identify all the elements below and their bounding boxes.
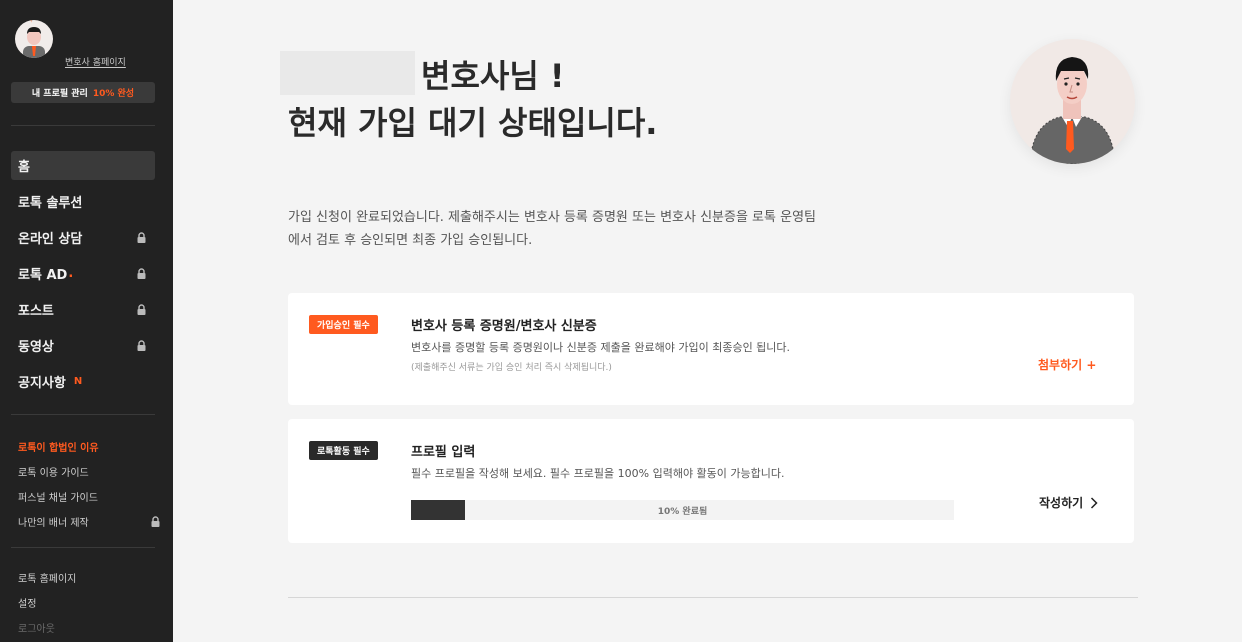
status-description: 가입 신청이 완료되었습니다. 제출해주시는 변호사 등록 증명원 또는 변호사… [288,210,816,248]
page-title-line1: 변호사님 ! [421,57,565,95]
nav-item-label: 로톡 AD [18,268,68,283]
sidebar-divider [11,547,155,548]
footer-settings-link[interactable]: 설정 [18,590,76,615]
nav-item-ad[interactable]: 로톡 AD. [11,259,155,288]
nav-item-label: 공지사항 [18,376,66,391]
page-title: 변호사님 ! 현재 가입 대기 상태입니다. [288,53,657,147]
nav-item-label: 온라인 상담 [18,232,83,247]
footer-logout-link[interactable]: 로그아웃 [18,615,76,640]
man-portrait-icon [23,27,45,58]
required-badge: 가입승인 필수 [309,315,378,334]
sub-item-label: 퍼스널 채널 가이드 [18,493,98,504]
content-divider [288,597,1138,598]
profile-input-card: 로톡활동 필수 프로필 입력 필수 프로필을 작성해 보세요. 필수 프로필을 … [288,419,1134,543]
sub-item-channel-guide[interactable]: 퍼스널 채널 가이드 [18,484,160,509]
sidebar: 변호사 홈페이지 내 프로필 관리 10% 완성 홈 로톡 솔루션 온라인 상담… [0,0,173,642]
attach-button[interactable]: 첨부하기 + [1038,356,1096,373]
write-profile-label: 작성하기 [1039,496,1084,510]
sidebar-avatar[interactable] [15,20,53,58]
nav-item-label: 동영상 [18,340,54,355]
hero-avatar [1010,39,1135,164]
sub-item-label: 나만의 배너 제작 [18,518,89,529]
man-portrait-icon [1029,57,1116,164]
card-title: 변호사 등록 증명원/변호사 신분증 [411,319,597,334]
page-title-line2: 현재 가입 대기 상태입니다. [288,104,658,142]
lock-icon [137,304,146,315]
lock-icon [137,340,146,351]
lock-icon [151,516,160,527]
nav-item-label: 포스트 [18,304,54,319]
chevron-right-icon [1091,496,1098,509]
required-badge: 로톡활동 필수 [309,441,378,460]
sub-item-legal-reason[interactable]: 로톡이 합법인 이유 [18,434,160,459]
sidebar-sub-nav: 로톡이 합법인 이유 로톡 이용 가이드 퍼스널 채널 가이드 나만의 배너 제… [18,434,160,534]
nav-item-home[interactable]: 홈 [11,151,155,180]
lock-icon [137,268,146,279]
card-title: 프로필 입력 [411,445,476,460]
card-description: 변호사를 증명할 등록 증명원이나 신분증 제출을 완료해야 가입이 최종승인 … [411,341,791,354]
sidebar-divider [11,414,155,415]
nav-item-post[interactable]: 포스트 [11,295,155,324]
progress-label: 10% 완료됨 [657,506,708,517]
nav-item-video[interactable]: 동영상 [11,331,155,360]
sub-item-label: 로톡 이용 가이드 [18,468,89,479]
lawyer-homepage-link[interactable]: 변호사 홈페이지 [65,55,126,68]
sub-item-label: 로톡이 합법인 이유 [18,443,99,454]
nav-item-label: 홈 [18,160,30,175]
nav-item-label: 로톡 솔루션 [18,196,83,211]
lock-icon [137,232,146,243]
sidebar-nav: 홈 로톡 솔루션 온라인 상담 로톡 AD. 포스트 동영상 공지사항 N [11,151,155,403]
write-profile-button[interactable]: 작성하기 [1039,494,1098,511]
footer-homepage-link[interactable]: 로톡 홈페이지 [18,565,76,590]
nav-item-notice[interactable]: 공지사항 N [11,367,155,396]
sidebar-divider [11,125,155,126]
accent-dot: . [68,266,74,281]
profile-progress-bar: 10% 완료됨 [411,500,954,520]
sidebar-footer: 로톡 홈페이지 설정 로그아웃 [18,565,76,640]
card-note: (제출해주신 서류는 가입 승인 처리 즉시 삭제됩니다.) [411,363,612,373]
profile-manage-label: 내 프로필 관리 [31,89,88,99]
profile-manage-button[interactable]: 내 프로필 관리 10% 완성 [11,82,155,103]
sub-item-usage-guide[interactable]: 로톡 이용 가이드 [18,459,160,484]
card-description: 필수 프로필을 작성해 보세요. 필수 프로필을 100% 입력해야 활동이 가… [411,467,785,480]
profile-percent: 10% 완성 [92,89,135,99]
nav-item-solution[interactable]: 로톡 솔루션 [11,187,155,216]
sub-item-banner-maker[interactable]: 나만의 배너 제작 [18,509,160,534]
nav-item-online-consult[interactable]: 온라인 상담 [11,223,155,252]
new-badge: N [73,376,83,387]
document-upload-card: 가입승인 필수 변호사 등록 증명원/변호사 신분증 변호사를 증명할 등록 증… [288,293,1134,405]
